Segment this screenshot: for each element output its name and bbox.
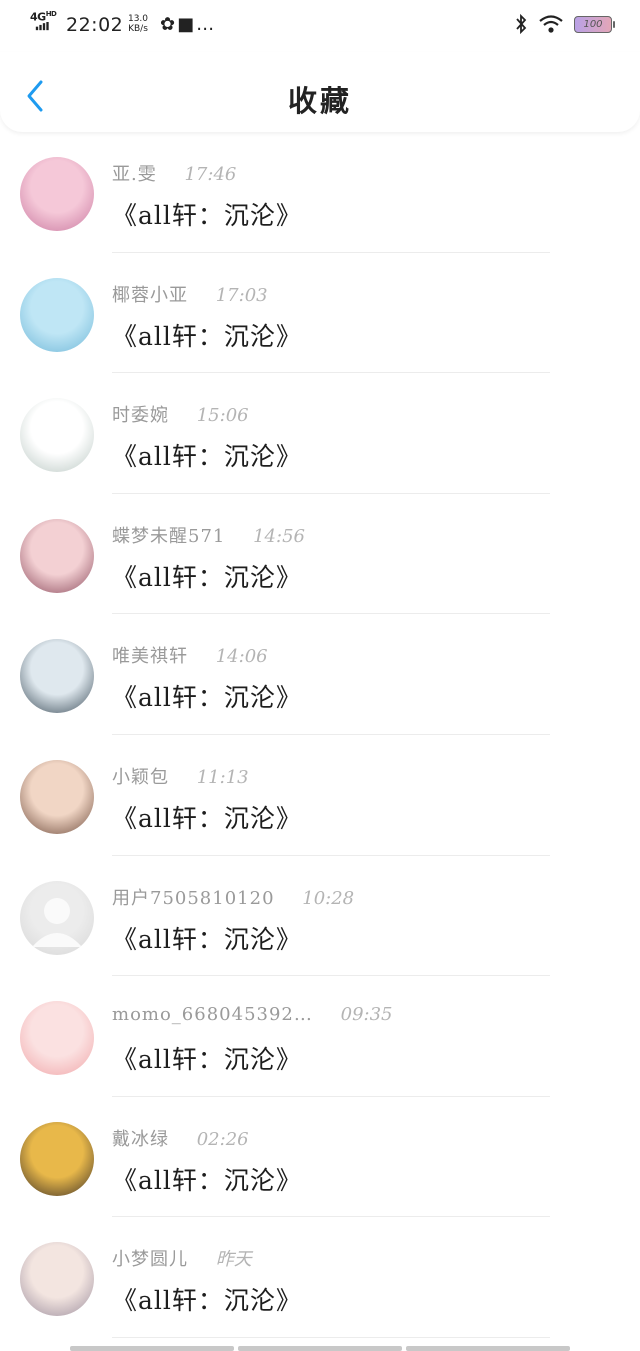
wifi-icon — [539, 15, 563, 33]
item-time: 10:28 — [302, 887, 355, 909]
item-meta: 蝶梦未醒571 14:56 — [112, 522, 305, 548]
item-time: 02:26 — [196, 1128, 249, 1150]
favorite-item[interactable]: 唯美祺轩 14:06 《all轩：沉沦》 — [0, 614, 640, 735]
avatar[interactable] — [20, 1121, 94, 1196]
user-name[interactable]: 椰蓉小亚 — [112, 285, 188, 306]
user-name[interactable]: 蝶梦未醒571 — [112, 526, 225, 547]
item-time: 14:56 — [253, 525, 305, 547]
item-time: 09:35 — [340, 1004, 393, 1026]
item-title[interactable]: 《all轩：沉沦》 — [112, 678, 302, 714]
avatar[interactable] — [20, 157, 94, 231]
item-time: 17:03 — [215, 284, 268, 306]
notification-icons: ✿■… — [160, 14, 217, 35]
avatar[interactable] — [20, 880, 94, 955]
user-name[interactable]: 亚.雯 — [112, 164, 157, 185]
item-time: 11:13 — [196, 766, 249, 788]
user-name[interactable]: 唯美祺轩 — [112, 646, 188, 667]
favorite-item[interactable]: momo_668045392… 09:35 《all轩：沉沦》 — [0, 976, 640, 1097]
user-name[interactable]: 小颖包 — [112, 767, 169, 788]
avatar[interactable] — [20, 639, 94, 714]
item-time: 17:46 — [184, 164, 237, 185]
header-bar: 收藏 — [0, 52, 640, 132]
item-title[interactable]: 《all轩：沉沦》 — [112, 1281, 302, 1317]
signal-icon — [35, 22, 49, 31]
battery-icon: 100 — [574, 15, 615, 33]
favorite-item[interactable]: 戴冰绿 02:26 《all轩：沉沦》 — [0, 1097, 640, 1218]
bluetooth-icon — [516, 13, 527, 35]
favorite-item[interactable]: 椰蓉小亚 17:03 《all轩：沉沦》 — [0, 253, 640, 374]
item-title[interactable]: 《all轩：沉沦》 — [112, 558, 302, 594]
network-speed: 13.0 KB/s — [127, 14, 149, 34]
favorite-item[interactable]: 蝶梦未醒571 14:56 《all轩：沉沦》 — [0, 494, 640, 615]
favorite-item[interactable]: 用户7505810120 10:28 《all轩：沉沦》 — [0, 856, 640, 977]
item-meta: 时委婉 15:06 — [112, 401, 249, 427]
item-meta: 用户7505810120 10:28 — [112, 884, 354, 910]
item-meta: 唯美祺轩 14:06 — [112, 642, 268, 668]
item-time: 14:06 — [215, 646, 268, 668]
item-title[interactable]: 《all轩：沉沦》 — [112, 1040, 302, 1076]
user-name[interactable]: 小梦圆儿 — [112, 1249, 188, 1270]
avatar[interactable] — [20, 759, 94, 834]
avatar[interactable] — [20, 277, 94, 352]
avatar[interactable] — [20, 518, 94, 593]
avatar[interactable] — [20, 1001, 94, 1076]
user-name[interactable]: 时委婉 — [112, 405, 169, 426]
favorites-list: 亚.雯 17:46 《all轩：沉沦》 椰蓉小亚 17:03 《all轩：沉沦》… — [0, 132, 640, 1338]
item-meta: 亚.雯 17:46 — [112, 160, 236, 186]
page-title: 收藏 — [287, 84, 352, 118]
user-name[interactable]: momo_668045392… — [112, 1004, 313, 1025]
divider — [112, 1336, 550, 1338]
user-name[interactable]: 用户7505810120 — [112, 888, 275, 909]
item-time: 昨天 — [215, 1249, 252, 1271]
favorite-item[interactable]: 时委婉 15:06 《all轩：沉沦》 — [0, 373, 640, 494]
item-title[interactable]: 《all轩：沉沦》 — [112, 437, 302, 473]
favorite-item[interactable]: 小梦圆儿 昨天 《all轩：沉沦》 — [0, 1217, 640, 1338]
status-right: 100 — [514, 13, 615, 35]
status-bar: 4GHD 22:02 13.0 KB/s ✿■… 100 — [0, 0, 640, 52]
clock: 22:02 — [66, 14, 124, 36]
item-meta: momo_668045392… 09:35 — [112, 1004, 393, 1025]
item-meta: 小梦圆儿 昨天 — [112, 1245, 252, 1271]
favorite-item[interactable]: 小颖包 11:13 《all轩：沉沦》 — [0, 735, 640, 856]
avatar[interactable] — [20, 398, 94, 473]
item-meta: 戴冰绿 02:26 — [112, 1125, 249, 1151]
home-indicator — [70, 1346, 570, 1351]
item-meta: 椰蓉小亚 17:03 — [112, 281, 268, 307]
avatar[interactable] — [20, 1242, 94, 1317]
item-title[interactable]: 《all轩：沉沦》 — [112, 317, 302, 353]
item-meta: 小颖包 11:13 — [112, 763, 249, 789]
user-name[interactable]: 戴冰绿 — [112, 1129, 169, 1150]
item-title[interactable]: 《all轩：沉沦》 — [112, 920, 302, 956]
favorite-item[interactable]: 亚.雯 17:46 《all轩：沉沦》 — [0, 132, 640, 253]
item-title[interactable]: 《all轩：沉沦》 — [112, 196, 302, 232]
item-time: 15:06 — [196, 405, 249, 427]
item-title[interactable]: 《all轩：沉沦》 — [112, 1161, 302, 1197]
item-title[interactable]: 《all轩：沉沦》 — [112, 799, 302, 835]
